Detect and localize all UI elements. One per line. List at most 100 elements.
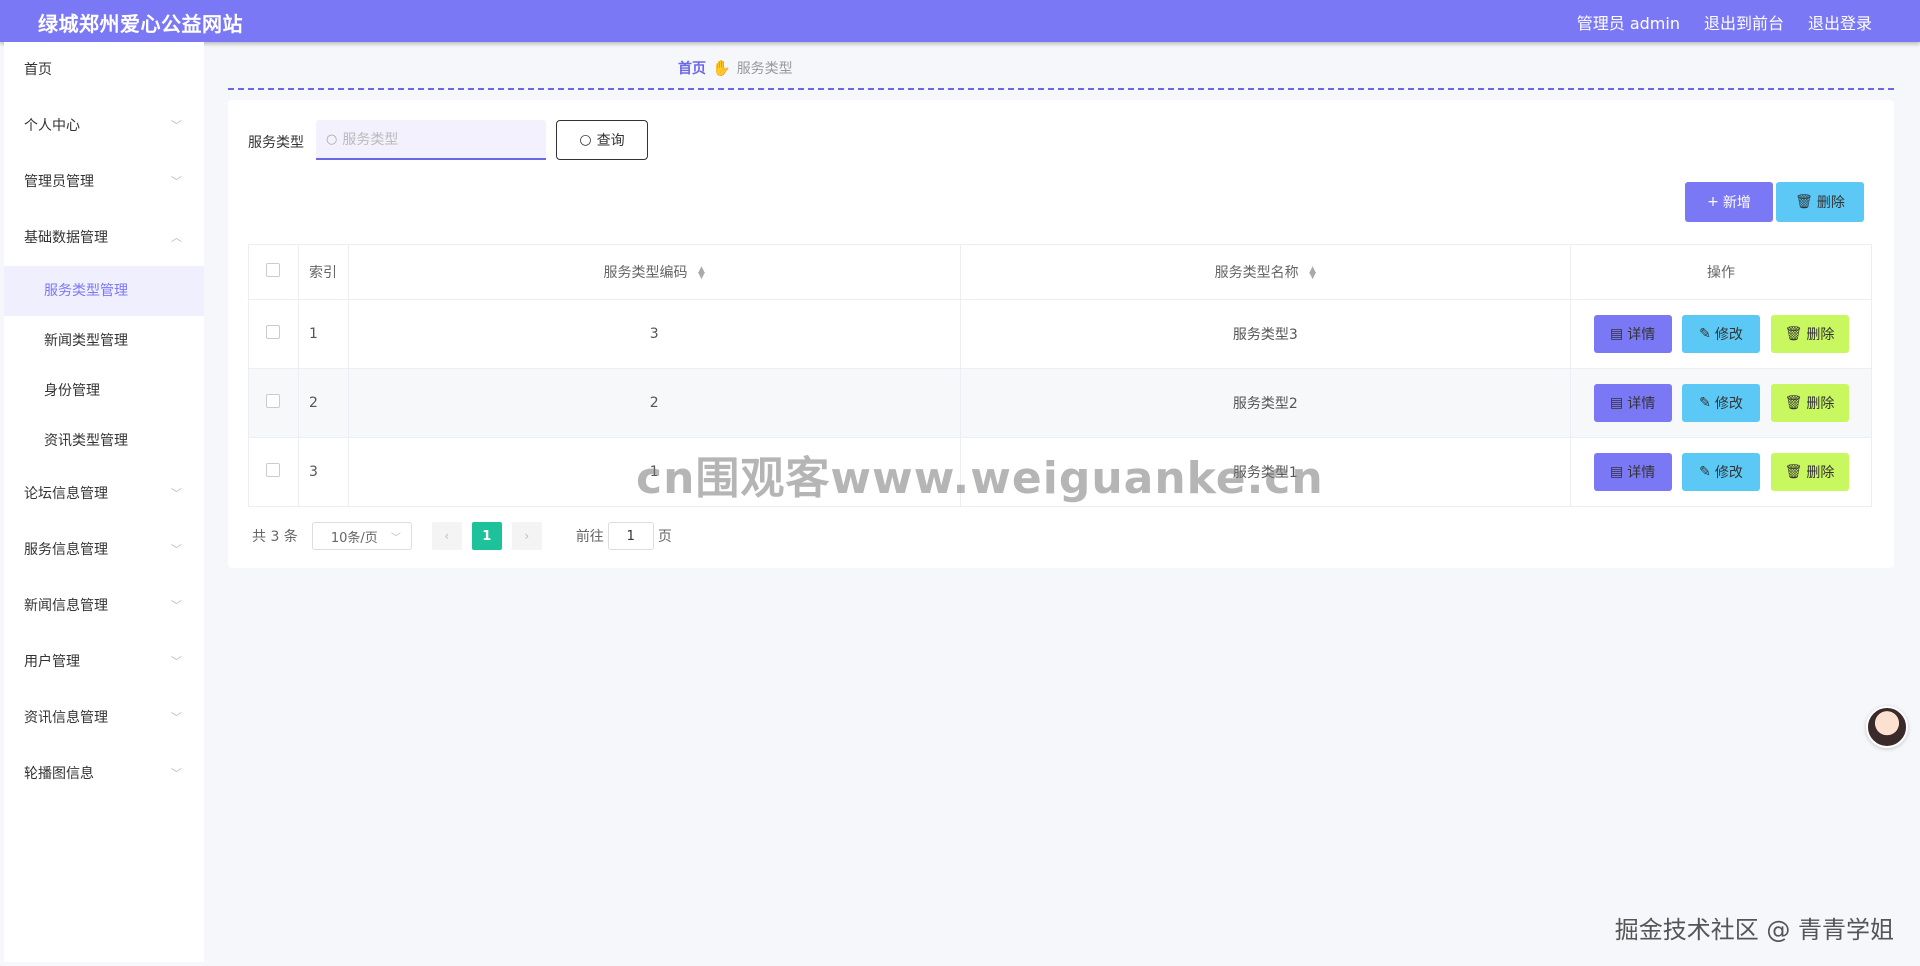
- sidebar-item-label: 服务信息管理: [24, 542, 108, 558]
- row-checkbox[interactable]: [266, 394, 281, 408]
- header-name-label: 服务类型名称: [1214, 265, 1299, 281]
- submenu-item-label: 新闻类型管理: [44, 333, 128, 349]
- delete-button[interactable]: 🗑 删除: [1770, 384, 1849, 422]
- submenu-item-info-type[interactable]: 资讯类型管理: [4, 416, 204, 466]
- sidebar-item-carousel[interactable]: 轮播图信息 ﹀: [4, 746, 204, 802]
- header-checkbox-cell: [248, 244, 299, 300]
- trash-icon: 🗑: [1784, 395, 1803, 411]
- sidebar-item-label: 用户管理: [24, 654, 80, 670]
- submenu-item-news-type[interactable]: 新闻类型管理: [4, 316, 204, 366]
- edit-button[interactable]: ✎ 修改: [1682, 453, 1761, 491]
- trash-icon: 🗑: [1784, 464, 1803, 480]
- goto-suffix: 页: [657, 529, 672, 545]
- sidebar-item-users[interactable]: 用户管理 ﹀: [4, 634, 204, 690]
- site-title: 绿城郑州爱心公益网站: [38, 12, 243, 36]
- header-code-label: 服务类型编码: [603, 265, 688, 281]
- pagination-total: 共 3 条: [252, 529, 298, 545]
- header-index: 索引: [298, 244, 349, 300]
- detail-button[interactable]: ▤ 详情: [1593, 384, 1672, 422]
- sidebar-item-forum[interactable]: 论坛信息管理 ﹀: [4, 466, 204, 522]
- hand-icon: ✋: [712, 59, 731, 77]
- chevron-left-icon: ‹: [444, 529, 450, 543]
- submenu-item-service-type[interactable]: 服务类型管理: [4, 266, 204, 316]
- row-code: 3: [348, 299, 961, 369]
- search-icon: ○: [579, 132, 592, 148]
- content-panel: 服务类型 ○ 服务类型 ○ 查询 + 新增 🗑 删除 索引 服务类型编码 ▲▼: [228, 100, 1894, 568]
- chevron-up-icon: ︿: [171, 231, 182, 244]
- goto-page-input[interactable]: 1: [607, 522, 654, 550]
- row-ops: ▤ 详情 ✎ 修改 🗑 删除: [1570, 437, 1872, 507]
- search-input[interactable]: ○ 服务类型: [316, 120, 546, 160]
- detail-label: 详情: [1627, 396, 1656, 412]
- pencil-icon: ✎: [1699, 326, 1711, 342]
- table-row: 3 1 服务类型1 ▤ 详情 ✎ 修改 🗑 删除: [248, 437, 1872, 507]
- edit-label: 修改: [1714, 327, 1743, 343]
- add-button[interactable]: + 新增: [1685, 182, 1773, 222]
- edit-label: 修改: [1714, 396, 1743, 412]
- select-all-checkbox[interactable]: [266, 263, 281, 277]
- page-number-current[interactable]: 1: [471, 522, 502, 550]
- row-name: 服务类型1: [960, 437, 1572, 507]
- sort-icon[interactable]: ▲ ▼: [698, 266, 705, 281]
- header-code[interactable]: 服务类型编码 ▲ ▼: [348, 244, 961, 300]
- document-icon: ▤: [1609, 326, 1624, 342]
- table-row: 2 2 服务类型2 ▤ 详情 ✎ 修改 🗑 删除: [248, 368, 1872, 438]
- chevron-down-icon: ﹀: [390, 532, 401, 544]
- search-icon: ○: [326, 131, 338, 147]
- table-header-row: 索引 服务类型编码 ▲ ▼ 服务类型名称 ▲ ▼ 操作: [248, 244, 1872, 300]
- row-checkbox[interactable]: [266, 325, 281, 339]
- pagination: 共 3 条 10条/页 ﹀ ‹ 1 › 前往 1 页: [252, 522, 672, 550]
- table-row: 1 3 服务类型3 ▤ 详情 ✎ 修改 🗑 删除: [248, 299, 1872, 369]
- query-button-label: 查询: [596, 133, 625, 149]
- chevron-down-icon: ﹀: [171, 767, 182, 780]
- sidebar-item-label: 资讯信息管理: [24, 710, 108, 726]
- row-checkbox[interactable]: [266, 463, 281, 477]
- sidebar-item-news-info[interactable]: 新闻信息管理 ﹀: [4, 578, 204, 634]
- sidebar-item-basic-data[interactable]: 基础数据管理 ︿: [4, 210, 204, 266]
- sidebar-item-home[interactable]: 首页: [4, 42, 204, 98]
- detail-button[interactable]: ▤ 详情: [1593, 315, 1672, 353]
- trash-icon: 🗑: [1795, 194, 1813, 210]
- sidebar-item-service-info[interactable]: 服务信息管理 ﹀: [4, 522, 204, 578]
- sidebar-item-label: 个人中心: [24, 118, 80, 134]
- goto-prefix: 前往: [575, 529, 604, 545]
- edit-button[interactable]: ✎ 修改: [1682, 315, 1761, 353]
- chevron-down-icon: ﹀: [171, 175, 182, 188]
- bulk-delete-label: 删除: [1816, 195, 1845, 211]
- back-to-front-link[interactable]: 退出到前台: [1704, 10, 1784, 34]
- submenu-item-label: 身份管理: [44, 383, 100, 399]
- admin-label: 管理员 admin: [1576, 14, 1680, 33]
- goto-page: 前往 1 页: [576, 522, 672, 550]
- edit-button[interactable]: ✎ 修改: [1682, 384, 1761, 422]
- delete-button[interactable]: 🗑 删除: [1770, 315, 1849, 353]
- sidebar-item-label: 轮播图信息: [24, 766, 94, 782]
- assistant-avatar[interactable]: [1866, 706, 1908, 748]
- pencil-icon: ✎: [1699, 395, 1711, 411]
- sidebar-item-admin-manage[interactable]: 管理员管理 ﹀: [4, 154, 204, 210]
- top-links: 管理员 admin 退出到前台 退出登录: [1577, 10, 1872, 34]
- logout-link[interactable]: 退出登录: [1808, 10, 1872, 34]
- plus-icon: +: [1707, 194, 1719, 210]
- row-ops: ▤ 详情 ✎ 修改 🗑 删除: [1570, 299, 1872, 369]
- breadcrumb-home[interactable]: 首页: [678, 58, 706, 78]
- detail-label: 详情: [1627, 327, 1656, 343]
- page-size-select[interactable]: 10条/页 ﹀: [311, 522, 412, 550]
- chevron-down-icon: ﹀: [171, 599, 182, 612]
- header-name[interactable]: 服务类型名称 ▲ ▼: [960, 244, 1572, 300]
- bulk-delete-button[interactable]: 🗑 删除: [1776, 182, 1864, 222]
- submenu-item-label: 服务类型管理: [44, 283, 128, 299]
- sort-icon[interactable]: ▲ ▼: [1309, 266, 1316, 281]
- query-button[interactable]: ○ 查询: [556, 120, 648, 160]
- submenu-item-identity[interactable]: 身份管理: [4, 366, 204, 416]
- sidebar-item-info[interactable]: 资讯信息管理 ﹀: [4, 690, 204, 746]
- next-page-button[interactable]: ›: [511, 522, 542, 550]
- submenu-item-label: 资讯类型管理: [44, 433, 128, 449]
- delete-label: 删除: [1806, 465, 1835, 481]
- row-code: 1: [348, 437, 961, 507]
- prev-page-button[interactable]: ‹: [431, 522, 462, 550]
- chevron-down-icon: ﹀: [171, 711, 182, 724]
- detail-button[interactable]: ▤ 详情: [1593, 453, 1672, 491]
- chevron-down-icon: ﹀: [171, 655, 182, 668]
- delete-button[interactable]: 🗑 删除: [1770, 453, 1849, 491]
- sidebar-item-personal-center[interactable]: 个人中心 ﹀: [4, 98, 204, 154]
